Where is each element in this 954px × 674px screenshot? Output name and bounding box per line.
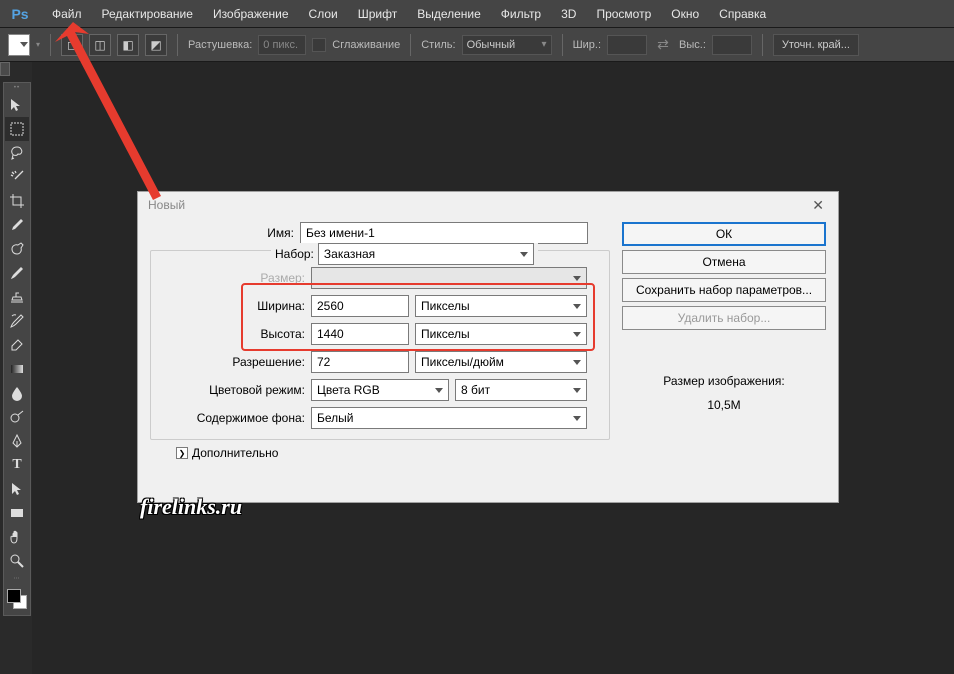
menu-image[interactable]: Изображение xyxy=(203,7,299,21)
toolbox: •• T ⋯ xyxy=(3,82,31,616)
separator xyxy=(177,34,178,56)
refine-edge-button[interactable]: Уточн. край... xyxy=(773,34,859,56)
separator xyxy=(410,34,411,56)
colordepth-select[interactable]: 8 бит xyxy=(455,379,587,401)
cancel-button[interactable]: Отмена xyxy=(622,250,826,274)
dialog-title: Новый xyxy=(148,198,185,212)
crop-tool-icon[interactable] xyxy=(5,189,29,213)
tool-preset-dropdown-icon[interactable]: ▾ xyxy=(36,40,40,49)
options-bar: ▾ ◻ ◫ ◧ ◩ Растушевка: 0 пикс. Сглаживани… xyxy=(0,28,954,62)
background-select[interactable]: Белый xyxy=(311,407,587,429)
pen-tool-icon[interactable] xyxy=(5,429,29,453)
size-select xyxy=(311,267,587,289)
opt-width-input xyxy=(607,35,647,55)
app-logo: Ps xyxy=(8,4,32,24)
advanced-toggle-icon[interactable]: ❯ xyxy=(176,447,188,459)
brush-tool-icon[interactable] xyxy=(5,261,29,285)
rectangle-tool-icon[interactable] xyxy=(5,501,29,525)
height-unit-select[interactable]: Пикселы xyxy=(415,323,587,345)
current-tool-icon[interactable] xyxy=(8,34,30,56)
antialias-label: Сглаживание xyxy=(332,39,400,51)
colormode-select[interactable]: Цвета RGB xyxy=(311,379,449,401)
delete-preset-button: Удалить набор... xyxy=(622,306,826,330)
link-wh-icon[interactable]: ⇄ xyxy=(653,35,673,55)
preset-select[interactable]: Заказная xyxy=(318,243,534,265)
width-input[interactable] xyxy=(311,295,409,317)
toolbox-divider: ⋯ xyxy=(4,573,30,583)
magic-wand-tool-icon[interactable] xyxy=(5,165,29,189)
dodge-tool-icon[interactable] xyxy=(5,405,29,429)
separator xyxy=(50,34,51,56)
width-unit-select[interactable]: Пикселы xyxy=(415,295,587,317)
history-brush-tool-icon[interactable] xyxy=(5,309,29,333)
intersect-selection-icon[interactable]: ◩ xyxy=(145,34,167,56)
menu-edit[interactable]: Редактирование xyxy=(92,7,203,21)
toolbox-grip[interactable]: •• xyxy=(4,83,30,93)
preset-label: Набор: xyxy=(275,247,314,261)
resolution-label: Разрешение: xyxy=(161,355,311,369)
ok-button[interactable]: ОК xyxy=(622,222,826,246)
advanced-label[interactable]: Дополнительно xyxy=(192,446,278,460)
resolution-input[interactable] xyxy=(311,351,409,373)
width-label: Ширина: xyxy=(161,299,311,313)
move-tool-icon[interactable] xyxy=(5,93,29,117)
menu-filter[interactable]: Фильтр xyxy=(491,7,551,21)
blur-tool-icon[interactable] xyxy=(5,381,29,405)
eraser-tool-icon[interactable] xyxy=(5,333,29,357)
resolution-unit-select[interactable]: Пикселы/дюйм xyxy=(415,351,587,373)
antialias-checkbox xyxy=(312,38,326,52)
style-label: Стиль: xyxy=(421,39,455,51)
type-tool-icon[interactable]: T xyxy=(5,453,29,477)
clone-stamp-tool-icon[interactable] xyxy=(5,285,29,309)
menu-file[interactable]: Файл xyxy=(42,7,92,21)
name-input[interactable] xyxy=(300,222,588,244)
separator xyxy=(762,34,763,56)
name-label: Имя: xyxy=(150,226,300,240)
new-document-dialog: Новый ✕ Имя: Набор: Заказная Размер: Шир… xyxy=(137,191,839,503)
height-input[interactable] xyxy=(311,323,409,345)
close-icon[interactable]: ✕ xyxy=(808,197,828,214)
panel-dock-grip[interactable] xyxy=(0,62,10,76)
add-selection-icon[interactable]: ◫ xyxy=(89,34,111,56)
colormode-label: Цветовой режим: xyxy=(161,383,311,397)
image-size-value: 10,5M xyxy=(622,398,826,412)
eyedropper-tool-icon[interactable] xyxy=(5,213,29,237)
feather-input[interactable]: 0 пикс. xyxy=(258,35,306,55)
hand-tool-icon[interactable] xyxy=(5,525,29,549)
subtract-selection-icon[interactable]: ◧ xyxy=(117,34,139,56)
menu-view[interactable]: Просмотр xyxy=(586,7,661,21)
style-select[interactable]: Обычный xyxy=(462,35,552,55)
color-swatch[interactable] xyxy=(7,589,27,609)
marquee-tool-icon[interactable] xyxy=(5,117,29,141)
menu-layers[interactable]: Слои xyxy=(299,7,348,21)
new-selection-icon[interactable]: ◻ xyxy=(61,34,83,56)
gradient-tool-icon[interactable] xyxy=(5,357,29,381)
healing-brush-tool-icon[interactable] xyxy=(5,237,29,261)
opt-height-label: Выс.: xyxy=(679,39,706,51)
menu-select[interactable]: Выделение xyxy=(407,7,491,21)
menu-window[interactable]: Окно xyxy=(661,7,709,21)
opt-width-label: Шир.: xyxy=(573,39,601,51)
menu-type[interactable]: Шрифт xyxy=(348,7,407,21)
path-selection-tool-icon[interactable] xyxy=(5,477,29,501)
background-label: Содержимое фона: xyxy=(161,411,311,425)
size-label: Размер: xyxy=(161,271,311,285)
image-size-label: Размер изображения: xyxy=(622,374,826,388)
zoom-tool-icon[interactable] xyxy=(5,549,29,573)
feather-label: Растушевка: xyxy=(188,39,252,51)
height-label: Высота: xyxy=(161,327,311,341)
menu-3d[interactable]: 3D xyxy=(551,7,586,21)
save-preset-button[interactable]: Сохранить набор параметров... xyxy=(622,278,826,302)
menu-bar: Ps Файл Редактирование Изображение Слои … xyxy=(0,0,954,28)
lasso-tool-icon[interactable] xyxy=(5,141,29,165)
separator xyxy=(562,34,563,56)
menu-help[interactable]: Справка xyxy=(709,7,776,21)
dialog-titlebar[interactable]: Новый ✕ xyxy=(138,192,838,218)
opt-height-input xyxy=(712,35,752,55)
